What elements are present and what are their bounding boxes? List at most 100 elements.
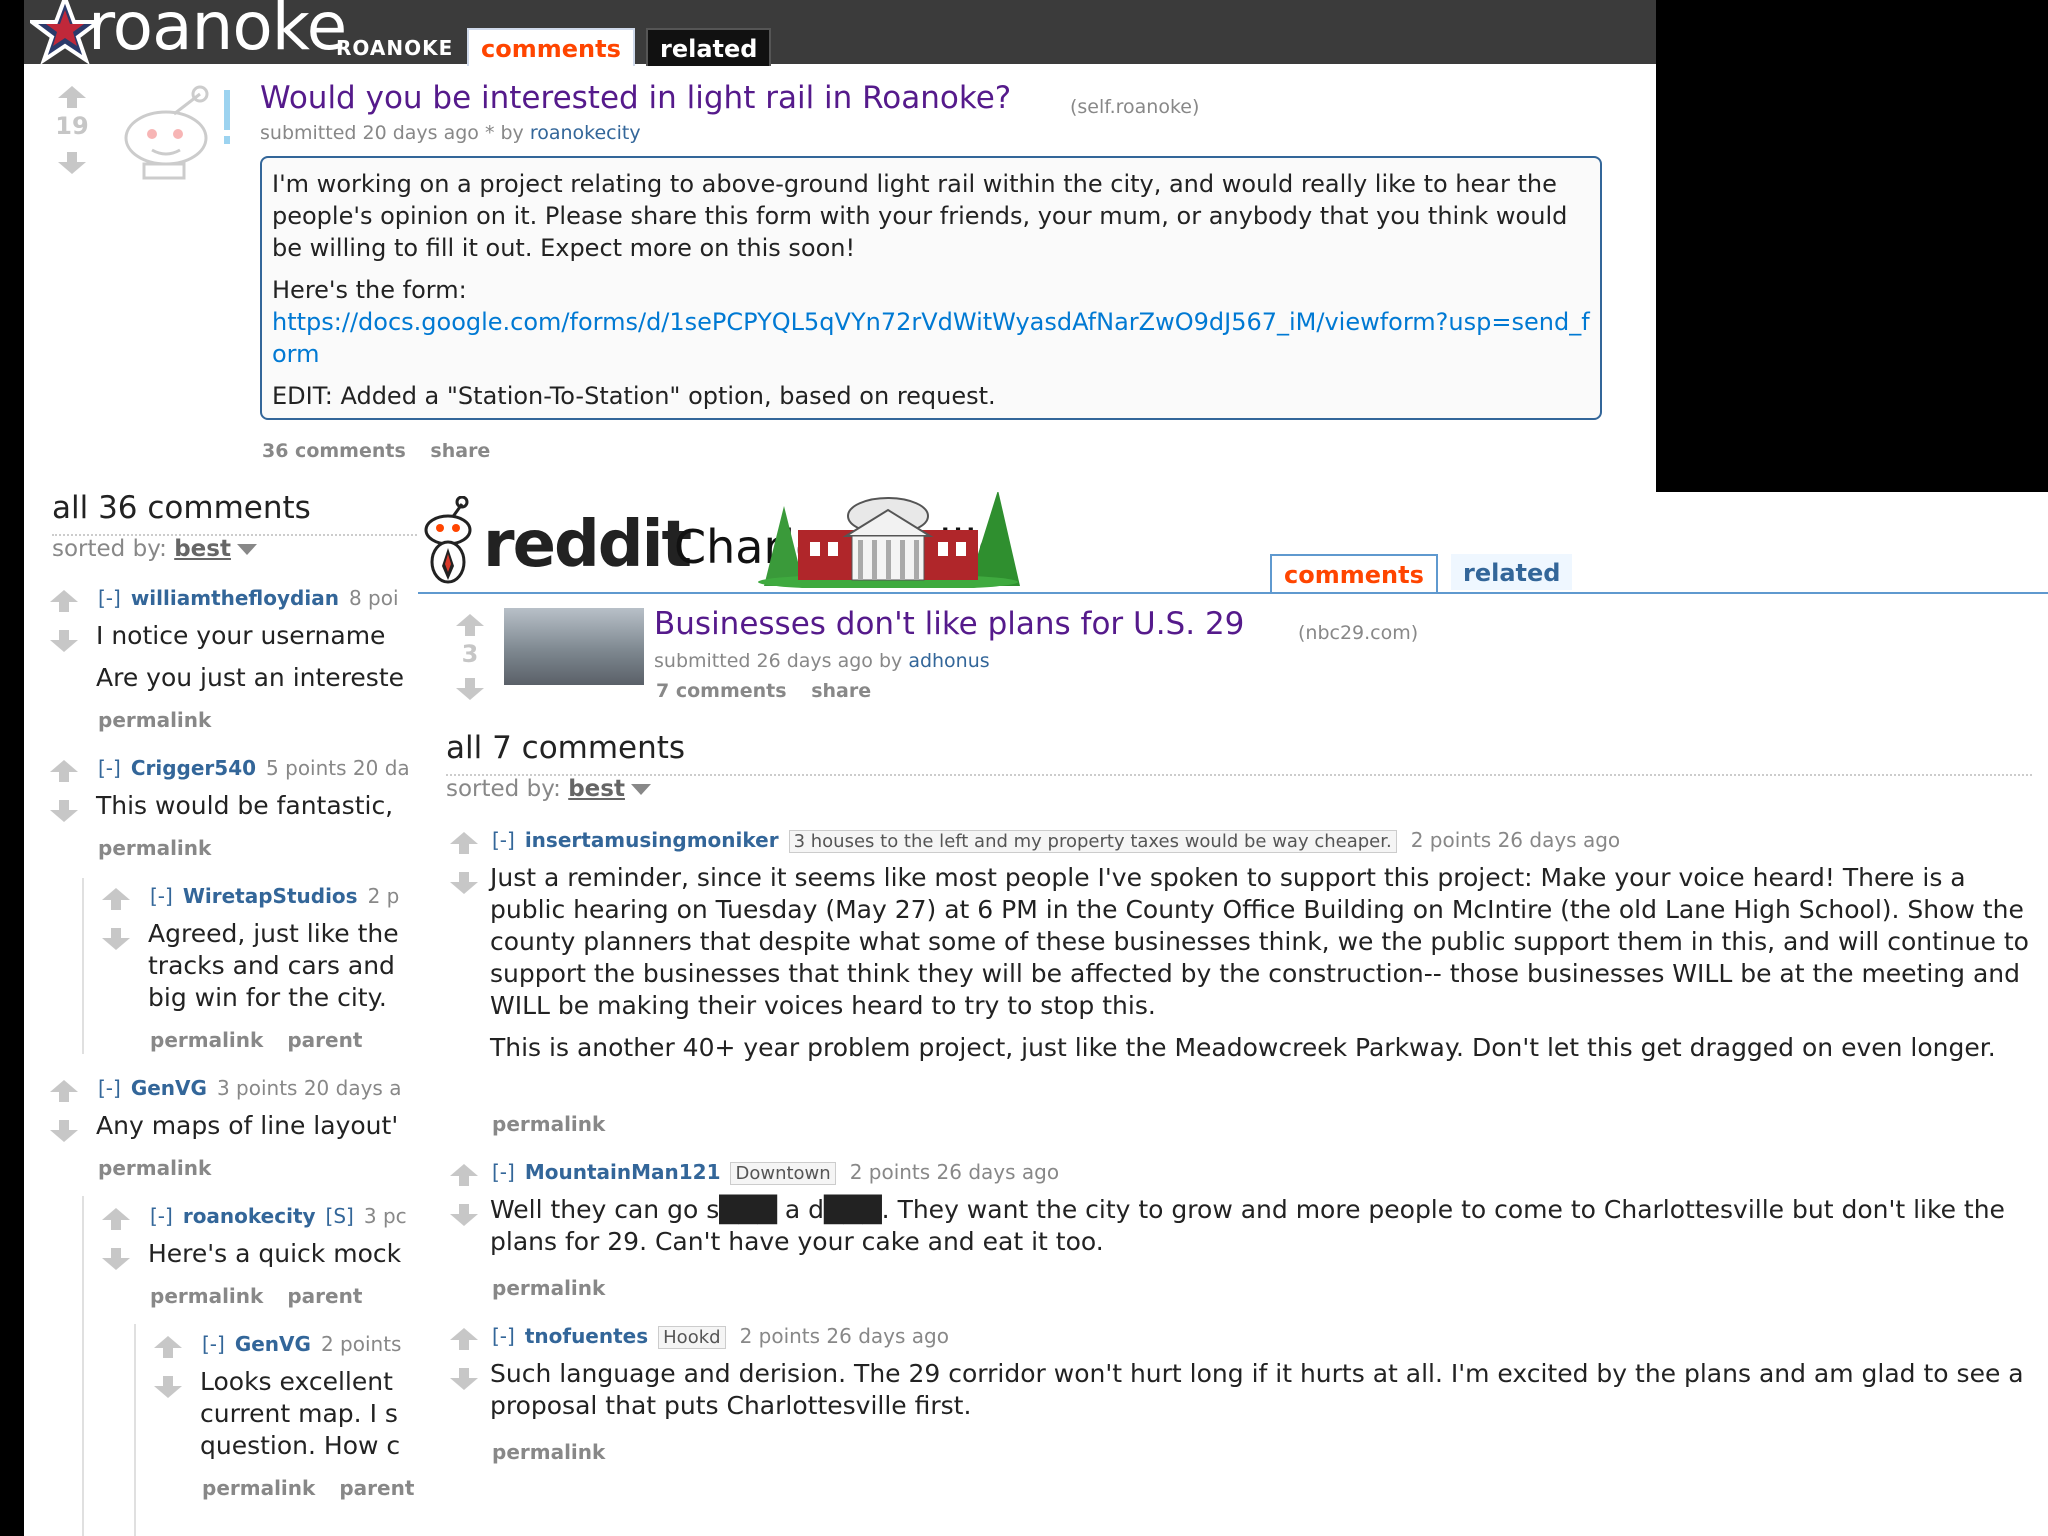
tab-related[interactable]: related [1451, 554, 1573, 590]
downvote-arrow-icon[interactable] [450, 1368, 478, 1390]
collapse-toggle[interactable]: [-] [150, 884, 173, 908]
post-domain[interactable]: (nbc29.com) [1298, 622, 1418, 644]
collapse-toggle[interactable]: [-] [492, 1160, 515, 1184]
downvote-arrow-icon[interactable] [456, 678, 484, 700]
comment-buttons: permalink [492, 1276, 629, 1300]
comment-header: [-] MountainMan121 Downtown 2 points 26 day… [492, 1160, 1060, 1185]
post-tagline: submitted 20 days ago * by roanokecity [260, 122, 641, 144]
upvote-arrow-icon[interactable] [102, 888, 130, 910]
sort-dropdown[interactable]: best [174, 536, 231, 562]
sort-dropdown[interactable]: best [568, 776, 625, 802]
downvote-arrow-icon[interactable] [58, 152, 86, 174]
post-score: 3 [461, 640, 479, 668]
post-author[interactable]: adhonus [908, 650, 989, 672]
permalink-link[interactable]: permalink [150, 1284, 263, 1308]
upvote-arrow-icon[interactable] [50, 760, 78, 782]
sort-divider [52, 534, 452, 536]
comment-text: Are you just an intereste [96, 663, 405, 692]
header-divider [418, 592, 2048, 594]
downvote-arrow-icon[interactable] [154, 1376, 182, 1398]
comment-author[interactable]: insertamusingmoniker [525, 828, 779, 852]
comment-buttons: permalink [98, 836, 235, 860]
permalink-link[interactable]: permalink [202, 1476, 315, 1500]
permalink-link[interactable]: permalink [150, 1028, 263, 1052]
permalink-link[interactable]: permalink [98, 836, 211, 860]
upvote-arrow-icon[interactable] [154, 1336, 182, 1358]
comments-count-link[interactable]: 7 comments [656, 680, 787, 702]
collapse-toggle[interactable]: [-] [492, 1324, 515, 1348]
upvote-arrow-icon[interactable] [450, 832, 478, 854]
comment-author[interactable]: williamthefloydian [131, 586, 339, 610]
subreddit-name[interactable]: ROANOKE [336, 36, 453, 60]
downvote-arrow-icon[interactable] [102, 928, 130, 950]
permalink-link[interactable]: permalink [98, 1156, 211, 1180]
collapse-toggle[interactable]: [-] [492, 828, 515, 852]
comment-text: This is another 40+ year problem project… [490, 1033, 1996, 1062]
comment-author[interactable]: Crigger540 [131, 756, 256, 780]
comment-text: This would be fantastic, [96, 791, 394, 820]
post-title-link[interactable]: Would you be interested in light rail in… [260, 80, 1011, 116]
selftext-form-link[interactable]: https://docs.google.com/forms/d/1sePCPYQ… [272, 306, 1590, 370]
comment-header: [-] williamthefloydian 8 poi [98, 586, 399, 610]
comment-author[interactable]: roanokecity [183, 1204, 316, 1228]
downvote-arrow-icon[interactable] [450, 1204, 478, 1226]
comment-header: [-] tnofuentes Hookd 2 points 26 days ago [492, 1324, 949, 1349]
tab-related[interactable]: related [646, 28, 772, 66]
comment-text: Looks excellent [200, 1367, 393, 1396]
share-link[interactable]: share [811, 680, 871, 702]
upvote-arrow-icon[interactable] [102, 1208, 130, 1230]
post-domain[interactable]: (self.roanoke) [1070, 96, 1199, 118]
roanoke-logo-text[interactable]: roanoke [88, 0, 347, 65]
comment-buttons: permalink [492, 1440, 629, 1464]
downvote-arrow-icon[interactable] [450, 872, 478, 894]
upvote-arrow-icon[interactable] [50, 1080, 78, 1102]
share-link[interactable]: share [430, 440, 490, 462]
reddit-alien-icon[interactable] [418, 496, 482, 586]
dropdown-caret-icon[interactable] [630, 784, 651, 795]
comment-buttons: permalink parent [202, 1476, 438, 1500]
thread-line [82, 878, 84, 1054]
collapse-toggle[interactable]: [-] [98, 756, 121, 780]
tab-comments[interactable]: comments [467, 28, 635, 66]
collapse-toggle[interactable]: [-] [202, 1332, 225, 1356]
comment-author[interactable]: WiretapStudios [183, 884, 358, 908]
permalink-link[interactable]: permalink [492, 1276, 605, 1300]
upvote-arrow-icon[interactable] [450, 1328, 478, 1350]
submitter-tag: [S] [325, 1204, 354, 1228]
parent-link[interactable]: parent [287, 1284, 362, 1308]
comment-author[interactable]: tnofuentes [525, 1324, 648, 1348]
tab-comments[interactable]: comments [1270, 554, 1438, 594]
sort-menu[interactable]: sorted by: best [52, 536, 257, 562]
downvote-arrow-icon[interactable] [50, 1120, 78, 1142]
reddit-wordmark[interactable]: reddit [483, 508, 692, 582]
permalink-link[interactable]: permalink [492, 1440, 605, 1464]
permalink-link[interactable]: permalink [492, 1112, 605, 1136]
collapse-toggle[interactable]: [-] [98, 586, 121, 610]
comment-meta: 2 points 26 days ago [849, 1160, 1060, 1184]
post-thumbnail[interactable] [504, 608, 644, 685]
permalink-link[interactable]: permalink [98, 708, 211, 732]
sort-menu[interactable]: sorted by: best [446, 776, 651, 802]
comment-author[interactable]: GenVG [131, 1076, 207, 1100]
all-comments-heading: all 7 comments [446, 730, 686, 766]
downvote-arrow-icon[interactable] [102, 1248, 130, 1270]
comment-meta: 2 points 26 days ago [739, 1324, 949, 1348]
comment-author[interactable]: MountainMan121 [525, 1160, 721, 1184]
upvote-arrow-icon[interactable] [58, 86, 86, 108]
post-title-link[interactable]: Businesses don't like plans for U.S. 29 [654, 606, 1244, 642]
dropdown-caret-icon[interactable] [236, 544, 257, 555]
collapse-toggle[interactable]: [-] [150, 1204, 173, 1228]
user-flair: Hookd [658, 1326, 726, 1349]
parent-link[interactable]: parent [287, 1028, 362, 1052]
downvote-arrow-icon[interactable] [50, 630, 78, 652]
post-author[interactable]: roanokecity [530, 122, 641, 144]
upvote-arrow-icon[interactable] [50, 590, 78, 612]
downvote-arrow-icon[interactable] [50, 800, 78, 822]
parent-link[interactable]: parent [339, 1476, 414, 1500]
upvote-arrow-icon[interactable] [450, 1164, 478, 1186]
collapse-toggle[interactable]: [-] [98, 1076, 121, 1100]
comment-text: Just a reminder, since it seems like mos… [490, 863, 2029, 1020]
upvote-arrow-icon[interactable] [456, 614, 484, 636]
comments-count-link[interactable]: 36 comments [262, 440, 406, 462]
comment-author[interactable]: GenVG [235, 1332, 311, 1356]
